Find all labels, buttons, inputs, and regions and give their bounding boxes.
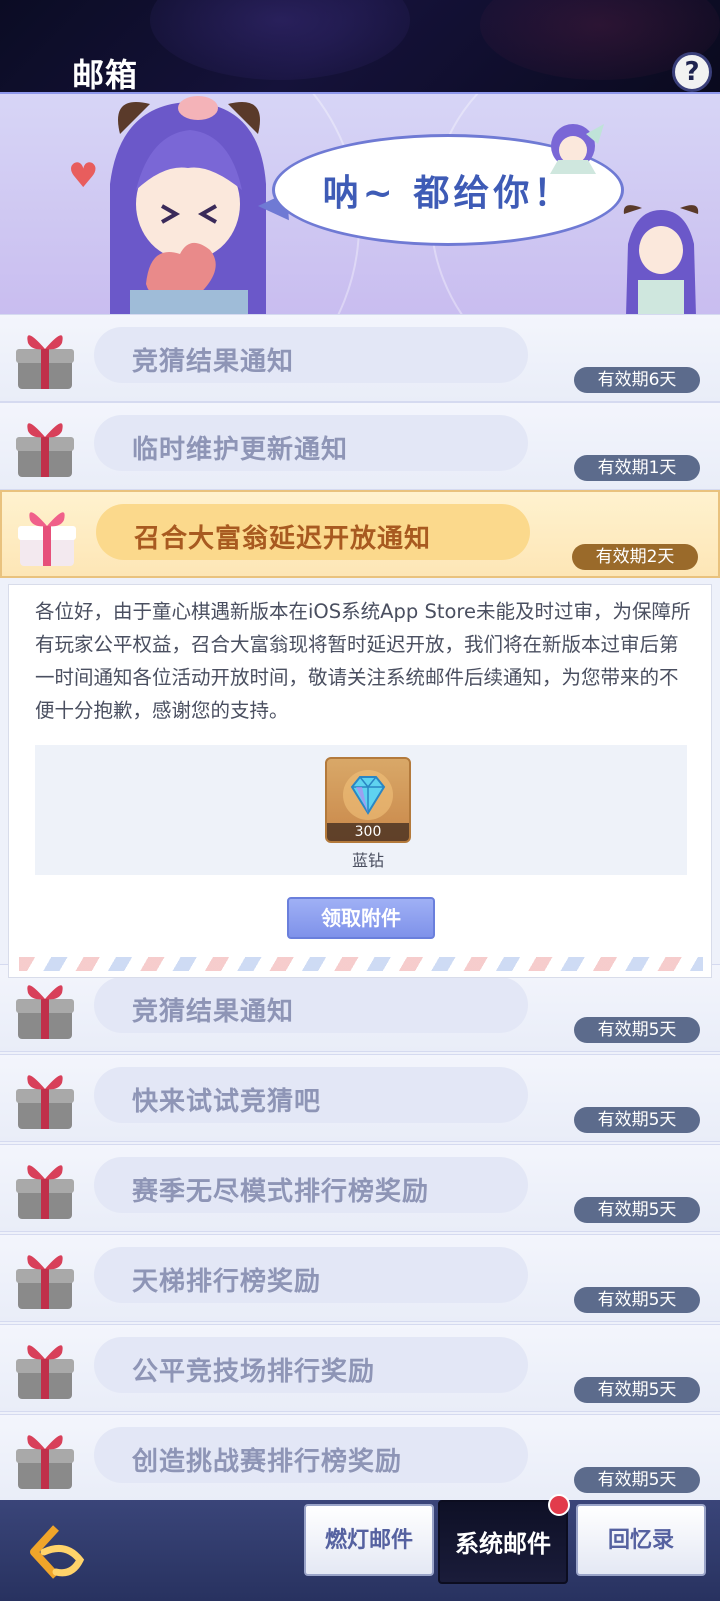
gift-box-icon — [16, 502, 78, 568]
mail-subject: 天梯排行榜奖励 — [132, 1267, 322, 1297]
standing-character-illustration — [623, 205, 699, 314]
character-illustration — [110, 96, 266, 314]
expiry-badge: 有效期5天 — [574, 1017, 700, 1043]
expiry-badge: 有效期5天 — [574, 1287, 700, 1313]
page-title: 邮箱 — [72, 56, 139, 94]
mail-subject: 创造挑战赛排行榜奖励 — [132, 1447, 403, 1477]
blue-diamond-icon — [343, 770, 393, 820]
top-bar: 邮箱 ? — [0, 0, 720, 94]
gift-box-icon — [14, 1425, 76, 1491]
attachment-count: 300 — [327, 823, 409, 841]
attachment-item[interactable]: 300 — [325, 757, 411, 843]
background-glow — [150, 0, 410, 80]
mail-subject: 赛季无尽模式排行榜奖励 — [132, 1177, 430, 1207]
mail-item[interactable]: 竞猜结果通知 有效期6天 — [0, 314, 720, 402]
mail-item[interactable]: 临时维护更新通知 有效期1天 — [0, 402, 720, 490]
mail-subject: 快来试试竞猜吧 — [132, 1087, 322, 1117]
gift-box-icon — [14, 1335, 76, 1401]
mail-item[interactable]: 赛季无尽模式排行榜奖励 有效期5天 — [0, 1144, 720, 1232]
attachment-name: 蓝钻 — [351, 851, 384, 870]
gift-box-icon — [14, 1065, 76, 1131]
expiry-badge: 有效期6天 — [574, 367, 700, 393]
mail-detail-panel: 各位好，由于童心棋遇新版本在iOS系统App Store未能及时过审，为保障所有… — [8, 584, 712, 978]
gift-box-icon — [14, 325, 76, 391]
gift-box-icon — [14, 1155, 76, 1221]
expiry-badge: 有效期5天 — [574, 1197, 700, 1223]
help-button[interactable]: ? — [672, 52, 712, 92]
mailbox-banner: ♥ 呐~ 都给你！ — [0, 92, 720, 314]
expiry-badge: 有效期2天 — [572, 544, 698, 570]
expiry-badge: 有效期1天 — [574, 455, 700, 481]
claim-attachment-button[interactable]: 领取附件 — [287, 897, 435, 939]
gift-box-icon — [14, 1245, 76, 1311]
expiry-badge: 有效期5天 — [574, 1377, 700, 1403]
mail-subject: 竞猜结果通知 — [132, 347, 295, 377]
mail-subject: 临时维护更新通知 — [132, 435, 349, 465]
tab-lamp-mail[interactable]: 燃灯邮件 — [304, 1504, 434, 1576]
expiry-badge: 有效期5天 — [574, 1467, 700, 1493]
mail-subject: 召合大富翁延迟开放通知 — [134, 524, 432, 554]
attachment-panel: 300 蓝钻 — [35, 745, 687, 875]
mail-item[interactable]: 创造挑战赛排行榜奖励 有效期5天 — [0, 1414, 720, 1502]
mail-item[interactable]: 天梯排行榜奖励 有效期5天 — [0, 1234, 720, 1322]
back-arrow-icon[interactable] — [26, 1522, 88, 1584]
gift-box-icon — [14, 413, 76, 479]
notification-dot — [548, 1494, 570, 1516]
expiry-badge: 有效期5天 — [574, 1107, 700, 1133]
mail-body-text: 各位好，由于童心棋遇新版本在iOS系统App Store未能及时过审，为保障所有… — [35, 600, 691, 722]
mail-subject: 竞猜结果通知 — [132, 997, 295, 1027]
mail-subject: 公平竞技场排行奖励 — [132, 1357, 376, 1387]
mini-character-illustration — [550, 124, 604, 174]
gift-box-icon — [14, 975, 76, 1041]
mail-item-selected[interactable]: 召合大富翁延迟开放通知 有效期2天 — [0, 490, 720, 578]
tab-system-mail[interactable]: 系统邮件 — [438, 1500, 568, 1584]
tab-memoir[interactable]: 回忆录 — [576, 1504, 706, 1576]
mail-item[interactable]: 公平竞技场排行奖励 有效期5天 — [0, 1324, 720, 1412]
bottom-bar: 燃灯邮件 系统邮件 回忆录 — [0, 1494, 720, 1601]
mail-item[interactable]: 快来试试竞猜吧 有效期5天 — [0, 1054, 720, 1142]
airmail-border — [19, 957, 703, 971]
speech-text: 呐~ 都给你！ — [322, 173, 574, 214]
